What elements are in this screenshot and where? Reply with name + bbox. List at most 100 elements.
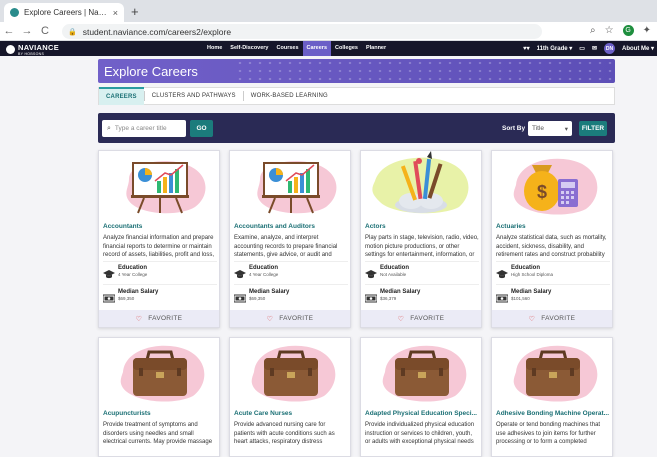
banner-pattern [235,59,615,83]
star-icon[interactable]: ☆ [605,25,614,36]
favorite-button[interactable]: ♡ FAVORITE [361,310,481,327]
career-illustration [361,338,483,404]
naviance-favicon-icon [10,8,19,17]
card-divider [365,284,479,285]
career-card[interactable]: Acupuncturists Provide treatment of symp… [98,337,220,457]
favorite-button[interactable]: ♡ FAVORITE [230,310,350,327]
graduation-cap-icon [365,266,377,279]
career-card[interactable]: Acute Care Nurses Provide advanced nursi… [229,337,351,457]
career-search-input[interactable]: ⌕ Type a career title [102,120,186,137]
career-illustration [230,338,352,404]
address-bar[interactable]: 🔒 student.naviance.com/careers2/explore [62,24,542,39]
favorite-button[interactable]: ♡ FAVORITE [99,310,219,327]
heart-icon: ♡ [528,315,536,323]
career-description: Examine, analyze, and interpret accounti… [234,235,338,258]
career-card[interactable]: Actors Play parts in stage, television, … [360,150,482,328]
education-label: Education [249,265,279,271]
median-salary-value: $69,350 [118,296,135,301]
logo-mark-icon [6,45,15,54]
close-tab-icon[interactable]: × [113,8,118,18]
svg-text:$: $ [537,182,547,202]
address-bar-url: student.naviance.com/careers2/explore [82,26,232,37]
browser-toolbar: ← → C 🔒 student.naviance.com/careers2/ex… [0,22,657,41]
career-title[interactable]: Actors [365,223,479,230]
grammarly-icon[interactable]: G [622,25,634,36]
tab-clusters-and-pathways[interactable]: CLUSTERS AND PATHWAYS [145,88,243,104]
reload-icon[interactable]: C [36,25,54,37]
messages-icon[interactable]: ✉ [592,45,597,52]
nav-courses[interactable]: Courses [273,41,303,56]
career-search-bar: ⌕ Type a career title GO Sort By Title ▾… [98,113,615,143]
favorite-label: FAVORITE [541,315,576,322]
career-description: Analyze statistical data, such as mortal… [496,235,607,258]
card-divider [103,261,217,262]
career-card[interactable]: Accountants and Auditors Examine, analyz… [229,150,351,328]
career-description: Provide advanced nursing care for patien… [234,422,335,445]
extensions-puzzle-icon[interactable]: ✦ [643,25,651,36]
median-salary-value: $36,379 [380,296,397,301]
filter-button[interactable]: FILTER [579,121,607,136]
favorite-button[interactable]: ♡ FAVORITE [492,310,612,327]
career-card[interactable]: Adapted Physical Education Speci... Prov… [360,337,482,457]
back-icon[interactable]: ← [0,25,18,37]
nav-self-discovery[interactable]: Self-Discovery [226,41,272,56]
about-me-label: About Me [621,46,650,52]
about-me-menu[interactable]: About Me ▾ [622,45,654,52]
education-row: Education 4 Year College [103,265,148,279]
forward-icon[interactable]: → [18,25,36,37]
logo-subtext: BY HOBSONS [18,52,45,56]
career-description: Provide treatment of symptoms and disord… [103,422,213,445]
career-illustration [361,151,483,217]
browser-extension-icons: ⌕ ☆ G ✦ [590,25,651,36]
go-button[interactable]: GO [190,120,213,137]
career-title[interactable]: Acute Care Nurses [234,410,348,417]
nav-careers[interactable]: Careers [302,41,332,56]
page-banner: Explore Careers [98,59,615,83]
tab-careers[interactable]: CAREERS [99,87,144,105]
career-title[interactable]: Adapted Physical Education Speci... [365,410,479,417]
education-value: Not Available [380,272,407,277]
career-card[interactable]: Adhesive Bonding Machine Operat... Opera… [491,337,613,457]
nav-planner[interactable]: Planner [362,41,390,56]
nav-colleges[interactable]: Colleges [331,41,362,56]
favorites-heart-icon[interactable]: ♥▾ [523,45,530,52]
nav-home[interactable]: Home [203,41,226,56]
tab-work-based-learning[interactable]: WORK-BASED LEARNING [244,88,335,104]
search-icon: ⌕ [107,124,111,132]
career-card[interactable]: $ Actuaries Analyze statistical data, su… [491,150,613,328]
favorite-label: FAVORITE [148,315,183,322]
naviance-logo[interactable]: NAVIANCE BY HOBSONS [6,43,59,56]
card-divider [365,261,479,262]
sort-select[interactable]: Title ▾ [528,121,572,136]
career-title[interactable]: Acupuncturists [103,410,217,417]
explore-subtabs: CAREERS CLUSTERS AND PATHWAYS WORK-BASED… [98,87,615,105]
grade-selector[interactable]: 11th Grade ▾ [537,45,573,52]
money-bill-icon [102,290,116,303]
heart-icon: ♡ [266,315,274,323]
median-salary-label: Median Salary [118,289,159,295]
favorite-label: FAVORITE [410,315,445,322]
user-avatar[interactable]: DN [603,43,615,54]
browser-tab[interactable]: Explore Careers | Naviance Stu × [4,3,124,22]
career-title[interactable]: Actuaries [496,223,610,230]
heart-icon: ♡ [397,315,405,323]
median-salary-label: Median Salary [511,289,552,295]
career-card[interactable]: Accountants Analyze financial informatio… [98,150,220,328]
career-title[interactable]: Accountants [103,223,217,230]
search-placeholder: Type a career title [114,125,167,132]
main-nav-links: Home Self-Discovery Courses Careers Coll… [203,41,390,56]
browser-tab-strip: Explore Careers | Naviance Stu × + [0,0,657,22]
help-icon[interactable]: ▭ [579,45,585,52]
search-icon[interactable]: ⌕ [590,25,596,36]
browser-tab-title: Explore Careers | Naviance Stu [24,8,109,17]
new-tab-button[interactable]: + [131,4,139,19]
career-title[interactable]: Adhesive Bonding Machine Operat... [496,410,610,417]
education-label: Education [511,265,541,271]
education-label: Education [118,265,148,271]
salary-row: Median Salary $69,350 [233,289,289,303]
salary-row: Median Salary $36,379 [364,289,420,303]
career-illustration [99,151,221,217]
grade-label: 11th Grade [536,46,568,52]
education-value: 4 Year College [118,272,148,277]
career-title[interactable]: Accountants and Auditors [234,223,348,230]
